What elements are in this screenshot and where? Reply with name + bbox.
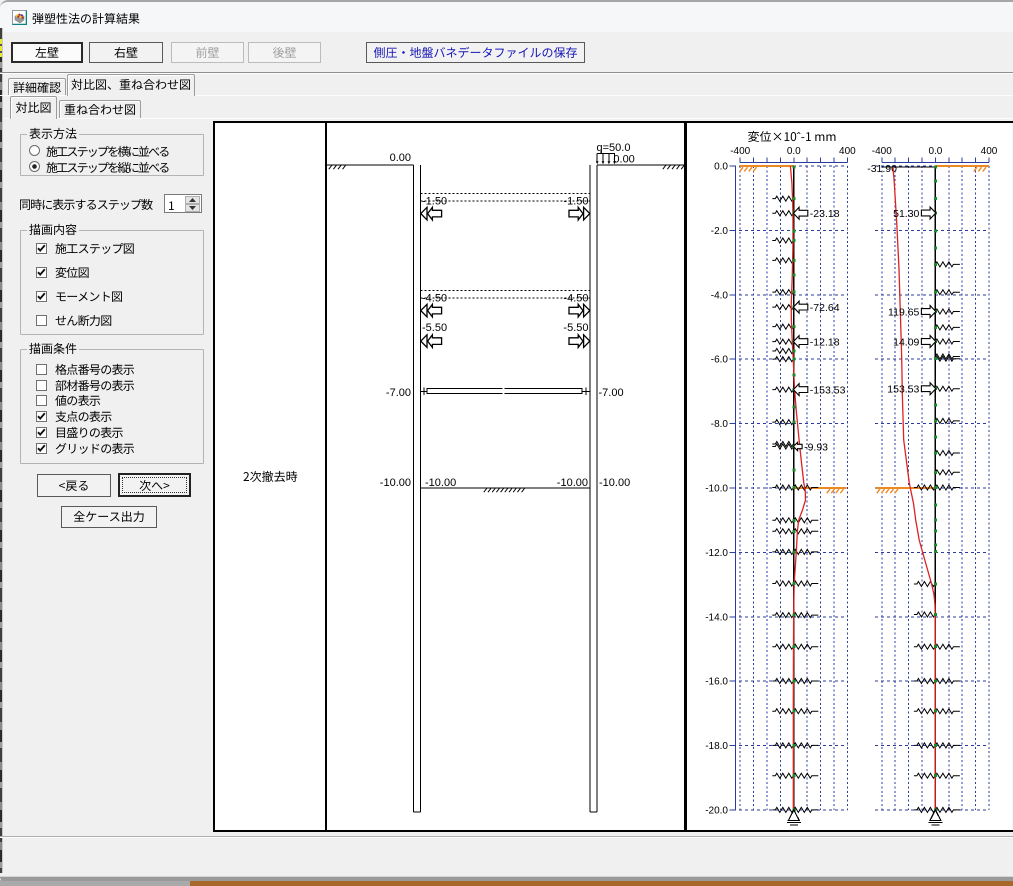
svg-text:0.0: 0.0 [714, 162, 728, 173]
svg-text:153.53: 153.53 [887, 384, 919, 396]
svg-text:-1.50: -1.50 [422, 196, 447, 208]
svg-text:-5.50: -5.50 [422, 322, 447, 334]
svg-text:0.00: 0.00 [390, 152, 411, 164]
svg-text:-14.0: -14.0 [705, 612, 728, 623]
svg-text:-10.00: -10.00 [599, 477, 630, 489]
svg-text:-16.0: -16.0 [705, 677, 728, 688]
svg-text:-10.00: -10.00 [380, 477, 411, 489]
svg-text:-7.00: -7.00 [599, 387, 624, 399]
svg-text:-6.0: -6.0 [711, 355, 729, 366]
svg-text:-4.50: -4.50 [563, 293, 588, 305]
svg-text:0.0: 0.0 [928, 146, 942, 157]
svg-text:-9.93: -9.93 [804, 441, 828, 453]
svg-text:-4.0: -4.0 [711, 290, 729, 301]
svg-text:-8.0: -8.0 [711, 419, 729, 430]
svg-text:-1.50: -1.50 [563, 196, 588, 208]
svg-text:-5.50: -5.50 [563, 322, 588, 334]
svg-text:-12.18: -12.18 [810, 336, 840, 348]
svg-text:-7.00: -7.00 [386, 387, 411, 399]
svg-text:-4.50: -4.50 [422, 293, 447, 305]
svg-text:-153.53: -153.53 [810, 384, 846, 396]
svg-text:0.0: 0.0 [787, 146, 801, 157]
svg-text:-12.0: -12.0 [705, 548, 728, 559]
svg-text:-72.64: -72.64 [810, 302, 840, 314]
svg-text:119.65: 119.65 [888, 306, 919, 318]
svg-text:400: 400 [839, 146, 856, 157]
svg-text:-18.0: -18.0 [705, 741, 728, 752]
svg-text:-400: -400 [872, 146, 892, 157]
svg-text:2次撤去時: 2次撤去時 [243, 468, 298, 485]
svg-text:-2.0: -2.0 [711, 226, 729, 237]
svg-text:-10.0: -10.0 [705, 484, 728, 495]
svg-text:-10.00: -10.00 [425, 477, 456, 489]
svg-text:q=50.0: q=50.0 [597, 142, 631, 154]
svg-text:51.30: 51.30 [893, 208, 919, 220]
svg-text:-23.18: -23.18 [810, 208, 840, 220]
svg-text:400: 400 [981, 146, 998, 157]
svg-text:14.09: 14.09 [893, 336, 919, 348]
svg-text:-10.00: -10.00 [557, 477, 588, 489]
svg-text:0.00: 0.00 [613, 154, 634, 166]
svg-text:変位×10ˆ-1 mm: 変位×10ˆ-1 mm [747, 128, 836, 145]
svg-text:-20.0: -20.0 [705, 806, 728, 817]
svg-text:-400: -400 [730, 146, 750, 157]
